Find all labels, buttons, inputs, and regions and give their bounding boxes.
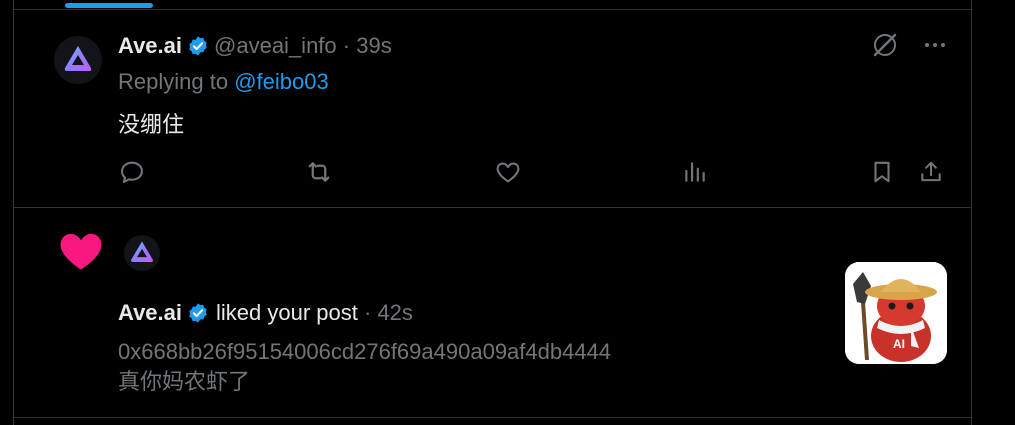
heart-icon <box>60 233 102 270</box>
more-icon[interactable] <box>923 33 947 57</box>
post-line: 0x668bb26f95154006cd276f69a490a09af4db44… <box>118 339 612 364</box>
notification-header: Ave.ai liked your post · 42s <box>118 298 413 328</box>
verified-badge-icon <box>187 302 209 324</box>
display-name[interactable]: Ave.ai <box>118 300 182 326</box>
notification-action: liked your post <box>216 300 358 325</box>
retweet-icon[interactable] <box>304 157 334 187</box>
bookmark-icon[interactable] <box>867 157 897 187</box>
tweet-top-actions <box>871 31 947 59</box>
active-tab-indicator <box>65 3 153 8</box>
post-thumbnail[interactable]: AI <box>845 262 947 364</box>
replying-to: Replying to @feibo03 <box>118 69 329 95</box>
liked-post-text[interactable]: 0x668bb26f95154006cd276f69a490a09af4db44… <box>118 337 611 397</box>
timestamp[interactable]: 39s <box>356 33 391 59</box>
divider <box>14 9 971 10</box>
share-icon[interactable] <box>916 157 946 187</box>
reply-icon[interactable] <box>117 157 147 187</box>
avatar[interactable] <box>54 36 102 84</box>
post-line: 真你妈农虾了 <box>118 369 251 394</box>
ave-logo-icon <box>64 46 92 71</box>
divider <box>14 417 971 418</box>
avatar[interactable] <box>124 235 160 271</box>
verified-badge-icon <box>187 35 209 57</box>
replying-prefix: Replying to <box>118 69 235 94</box>
views-icon[interactable] <box>680 157 710 187</box>
ave-logo-icon <box>131 241 153 263</box>
like-icon[interactable] <box>493 157 523 187</box>
mascot-ai-label: AI <box>893 337 905 351</box>
timeline-column: Ave.ai @aveai_info · 39s Replying to @fe… <box>13 0 972 425</box>
divider <box>14 207 971 208</box>
timestamp[interactable]: 42s <box>377 300 412 326</box>
tweet-header: Ave.ai @aveai_info · 39s <box>118 31 392 61</box>
display-name[interactable]: Ave.ai <box>118 33 182 59</box>
separator: · <box>357 300 378 325</box>
replying-mention[interactable]: @feibo03 <box>234 69 329 94</box>
handle[interactable]: @aveai_info <box>214 33 337 59</box>
separator: · <box>336 33 357 58</box>
tweet-text: 没绷住 <box>118 112 185 137</box>
grok-icon[interactable] <box>871 31 899 59</box>
mascot-image: AI <box>845 262 947 364</box>
